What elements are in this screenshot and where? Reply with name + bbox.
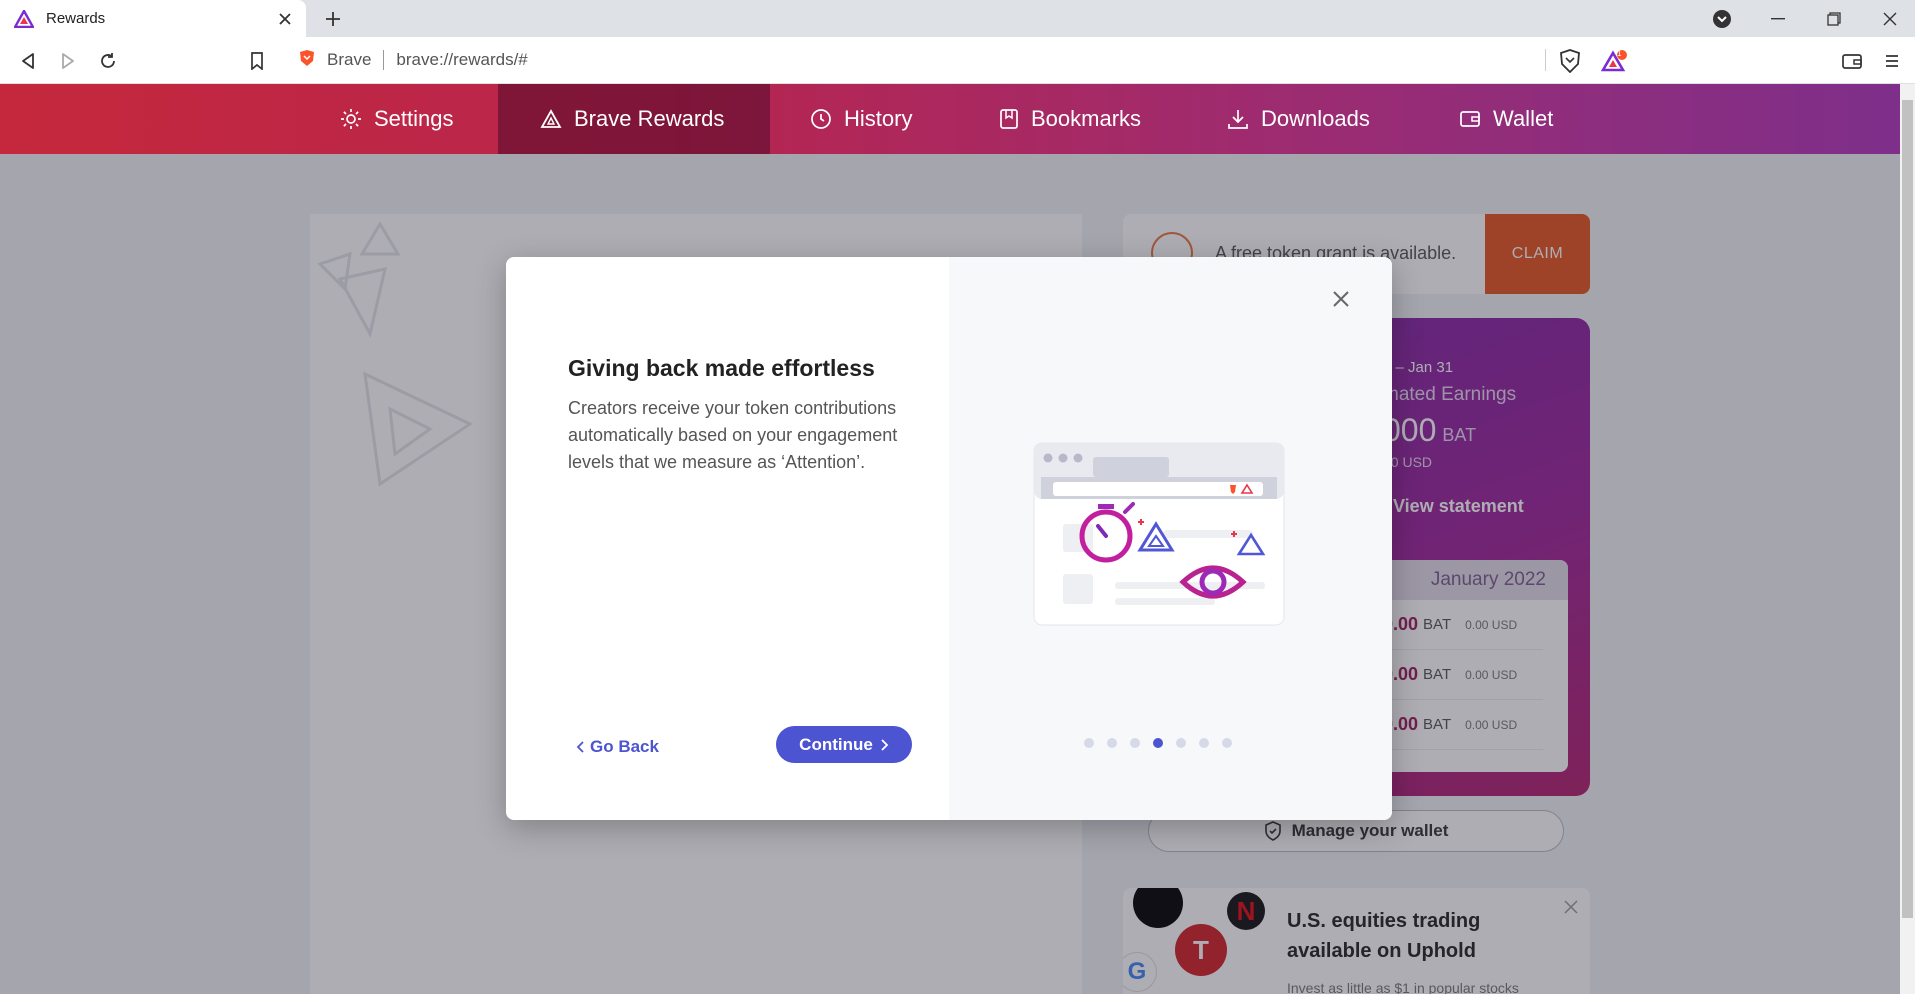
onboarding-modal: Giving back made effortless Creators rec… xyxy=(506,257,1392,820)
reload-icon[interactable] xyxy=(92,45,124,77)
modal-body-text: Creators receive your token contribution… xyxy=(568,398,898,472)
nav-settings[interactable]: Settings xyxy=(320,84,498,154)
step-dot-5[interactable] xyxy=(1176,738,1186,748)
nav-downloads[interactable]: Downloads xyxy=(1227,84,1407,154)
rewards-badge: 1 xyxy=(1617,49,1622,58)
omnibox-site: Brave xyxy=(327,50,372,69)
step-dots xyxy=(1084,738,1245,748)
page-scrollbar[interactable] xyxy=(1900,84,1915,994)
continue-button[interactable]: Continue xyxy=(776,726,912,763)
tab-title: Rewards xyxy=(46,10,106,27)
tab-rewards[interactable]: Rewards xyxy=(0,0,306,37)
tab-strip: Rewards xyxy=(0,0,1915,37)
go-back-label: Go Back xyxy=(590,737,659,756)
gear-icon xyxy=(341,109,361,129)
close-window-icon[interactable] xyxy=(1862,0,1915,37)
nav-brave-rewards[interactable]: Brave Rewards xyxy=(498,84,770,154)
tab-close-icon[interactable] xyxy=(270,4,300,34)
menu-icon[interactable] xyxy=(1876,45,1908,77)
forward-icon[interactable] xyxy=(52,45,84,77)
continue-label: Continue xyxy=(799,734,873,754)
download-icon xyxy=(1228,110,1248,129)
minimize-icon[interactable] xyxy=(1750,0,1806,37)
tab-search-icon[interactable] xyxy=(1694,0,1750,37)
step-dot-6[interactable] xyxy=(1199,738,1209,748)
nav-wallet[interactable]: Wallet xyxy=(1459,84,1599,154)
modal-heading: Giving back made effortless xyxy=(568,355,875,381)
scrollbar-thumb[interactable] xyxy=(1902,100,1913,918)
chevron-left-icon xyxy=(576,741,584,753)
chevron-right-icon xyxy=(881,738,889,751)
wallet-icon xyxy=(1460,111,1480,127)
back-icon[interactable] xyxy=(12,45,44,77)
address-bar[interactable]: Brave brave://rewards/# xyxy=(285,43,1585,77)
close-modal-icon[interactable] xyxy=(1326,284,1356,314)
attention-illustration xyxy=(1033,442,1285,626)
step-dot-3[interactable] xyxy=(1130,738,1140,748)
bookmark-page-icon[interactable] xyxy=(241,45,273,77)
omnibox-separator xyxy=(383,50,385,70)
brave-rewards-icon[interactable]: 1 xyxy=(1598,45,1630,77)
wallet-toolbar-icon[interactable] xyxy=(1836,45,1868,77)
brave-lion-icon xyxy=(299,49,315,72)
bookmark-icon xyxy=(1000,109,1018,129)
step-dot-4[interactable] xyxy=(1153,738,1163,748)
brave-shields-icon[interactable] xyxy=(1554,45,1586,77)
step-dot-2[interactable] xyxy=(1107,738,1117,748)
restore-icon[interactable] xyxy=(1806,0,1862,37)
settings-nav-bar: Settings Brave Rewards History Bookmarks… xyxy=(0,84,1900,154)
go-back-button[interactable]: Go Back xyxy=(576,732,659,762)
omnibox-divider xyxy=(1545,49,1546,71)
omnibox-url[interactable]: brave://rewards/# xyxy=(396,50,527,70)
step-dot-7[interactable] xyxy=(1222,738,1232,748)
new-tab-button[interactable] xyxy=(318,4,348,34)
bat-triangle-icon xyxy=(540,109,562,128)
nav-bookmarks[interactable]: Bookmarks xyxy=(999,84,1179,154)
nav-history[interactable]: History xyxy=(810,84,950,154)
bat-logo-icon xyxy=(14,9,34,29)
toolbar: Brave brave://rewards/# 1 xyxy=(0,37,1915,84)
clock-icon xyxy=(811,109,831,129)
step-dot-1[interactable] xyxy=(1084,738,1094,748)
